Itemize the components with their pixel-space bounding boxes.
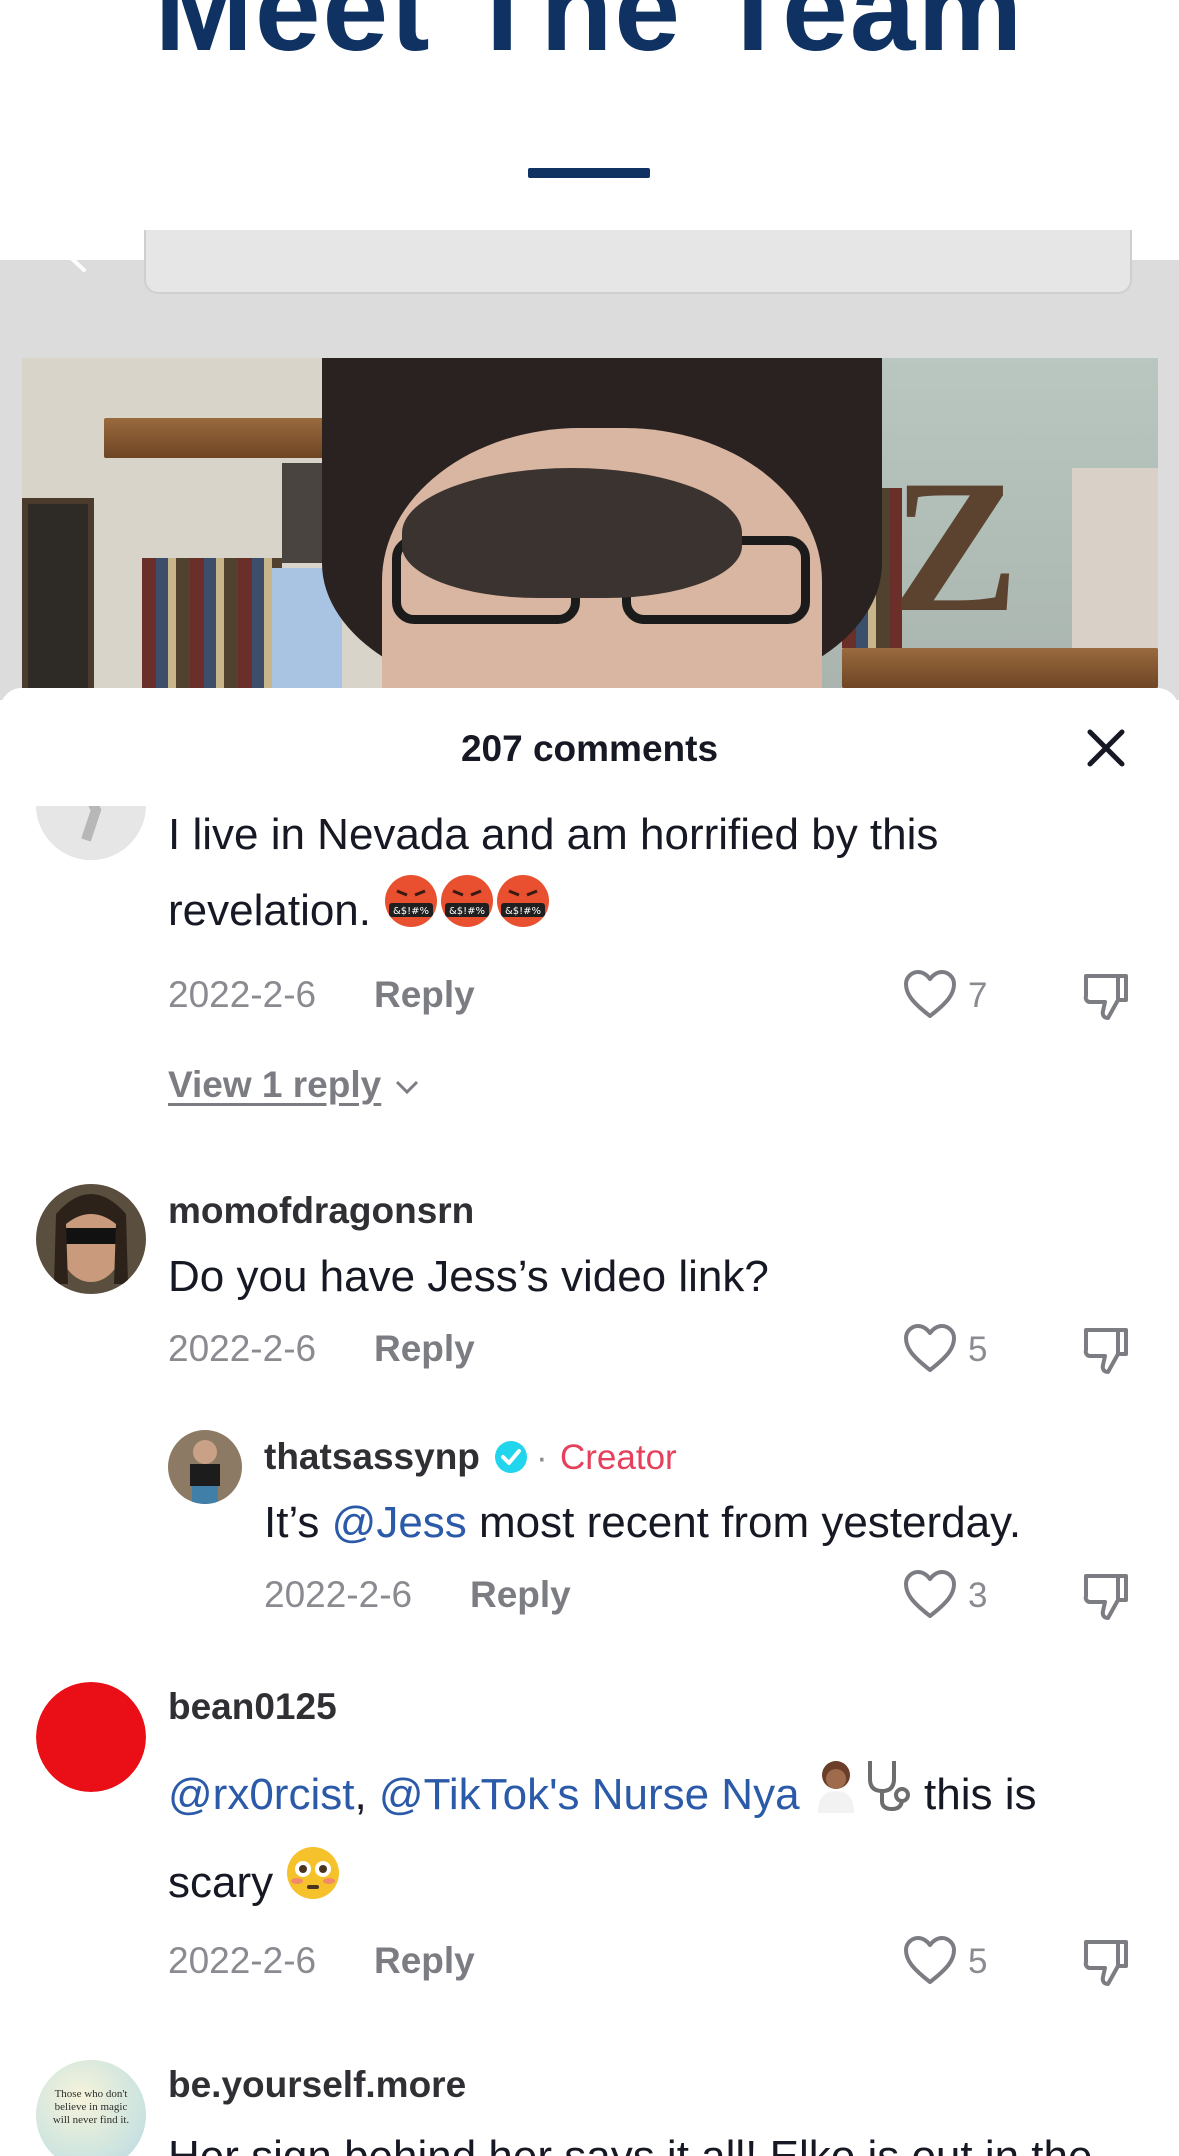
heart-icon[interactable] [902,968,958,1020]
angry-censored-face-icon: &$!#% [439,873,495,953]
video-foreground-hair [402,468,742,598]
close-icon[interactable] [1082,724,1130,772]
angry-censored-face-icon: &$!#% [383,873,439,953]
separator-dot: · [536,1438,548,1477]
avatar-quote: Those who don't believe in magic will ne… [52,2088,130,2126]
stethoscope-icon [860,1757,912,1837]
comment-date: 2022-2-6 [168,1940,317,1981]
reply-button[interactable]: Reply [374,974,475,1016]
angry-censored-face-icon: &$!#% [495,873,551,953]
creator-badge: Creator [560,1438,677,1477]
like-count: 3 [968,1576,988,1615]
avatar-image [168,1430,242,1504]
avatar-image [36,1184,146,1294]
dislike-icon[interactable] [1080,1936,1132,1988]
video-player[interactable]: Z [22,358,1158,700]
reply-text-fragment: It’s [264,1498,332,1547]
comment-text-fragment: revelation. [168,886,372,935]
mention-link[interactable]: @rx0rcist [168,1770,354,1819]
verified-badge-icon [495,1441,527,1473]
avatar[interactable] [36,1682,146,1792]
comment-date: 2022-2-6 [168,974,317,1015]
avatar[interactable] [168,1430,242,1504]
reply-button[interactable]: Reply [374,1328,475,1370]
flushed-face-icon [285,1845,341,1925]
comments-header: 207 comments [0,688,1179,806]
view-replies-link[interactable]: View 1 reply [168,1064,381,1106]
comment-text-fragment: scary [168,1858,274,1907]
banner-divider [528,168,650,178]
dislike-icon[interactable] [1080,1324,1132,1376]
like-count: 5 [968,1942,988,1981]
comment-text-line2: scary [168,1844,341,1925]
comment-text: Do you have Jess’s video link? [168,1252,769,1301]
video-art [1072,468,1158,648]
reply-button[interactable]: Reply [470,1574,571,1616]
reply-text-fragment: most recent from yesterday. [466,1498,1022,1547]
header-banner: Meet The Team [0,0,1179,262]
reply-button[interactable]: Reply [374,1940,475,1982]
video-books [142,558,282,700]
comment-text-line2: revelation. &$!#% &$!#% &$!#% [168,872,551,953]
reply-text: It’s @Jess most recent from yesterday. [264,1484,1021,1561]
video-frame [22,498,94,700]
heart-icon[interactable] [902,1934,958,1986]
chevron-down-icon[interactable] [394,1078,420,1096]
comment-username[interactable]: be.yourself.more [168,2064,466,2106]
like-count: 7 [968,976,988,1015]
video-decor-letter: Z [892,442,1019,652]
svg-text:&$!#%: &$!#% [505,906,541,917]
comment-list[interactable]: I live in Nevada and am horrified by thi… [0,688,1179,2156]
comment-text: I live in Nevada and am horrified by thi… [168,810,939,859]
search-bar-ghost [144,230,1132,294]
heart-icon[interactable] [902,1568,958,1620]
comment-text-fragment: , [354,1770,367,1819]
like-count: 5 [968,1330,988,1369]
comment-username[interactable]: bean0125 [168,1686,337,1728]
comment-username[interactable]: momofdragonsrn [168,1190,474,1232]
svg-text:&$!#%: &$!#% [449,906,485,917]
heart-icon[interactable] [902,1322,958,1374]
dislike-icon[interactable] [1080,1570,1132,1622]
comment-text: @rx0rcist, @TikTok's Nurse Nya this is [168,1756,1036,1837]
dislike-icon[interactable] [1080,970,1132,1022]
comment-text-fragment: this is [911,1770,1037,1819]
svg-text:&$!#%: &$!#% [393,906,429,917]
comments-sheet: I live in Nevada and am horrified by thi… [0,688,1179,2156]
avatar[interactable]: Those who don't believe in magic will ne… [36,2060,146,2156]
comment-date: 2022-2-6 [168,1328,317,1369]
woman-health-worker-icon [812,1757,860,1837]
comment-text: Her sign behind her says it all! Elko is… [168,2118,1092,2156]
reply-date: 2022-2-6 [264,1574,413,1615]
banner-title: Meet The Team [154,0,1025,76]
back-chevron-icon[interactable] [52,218,92,274]
comment-count: 207 comments [460,728,719,769]
mention-link[interactable]: @TikTok's Nurse Nya [379,1770,800,1819]
avatar[interactable] [36,1184,146,1294]
reply-username[interactable]: thatsassynp [264,1436,480,1478]
mention-link[interactable]: @Jess [332,1498,467,1547]
avatar-image [36,1682,146,1792]
